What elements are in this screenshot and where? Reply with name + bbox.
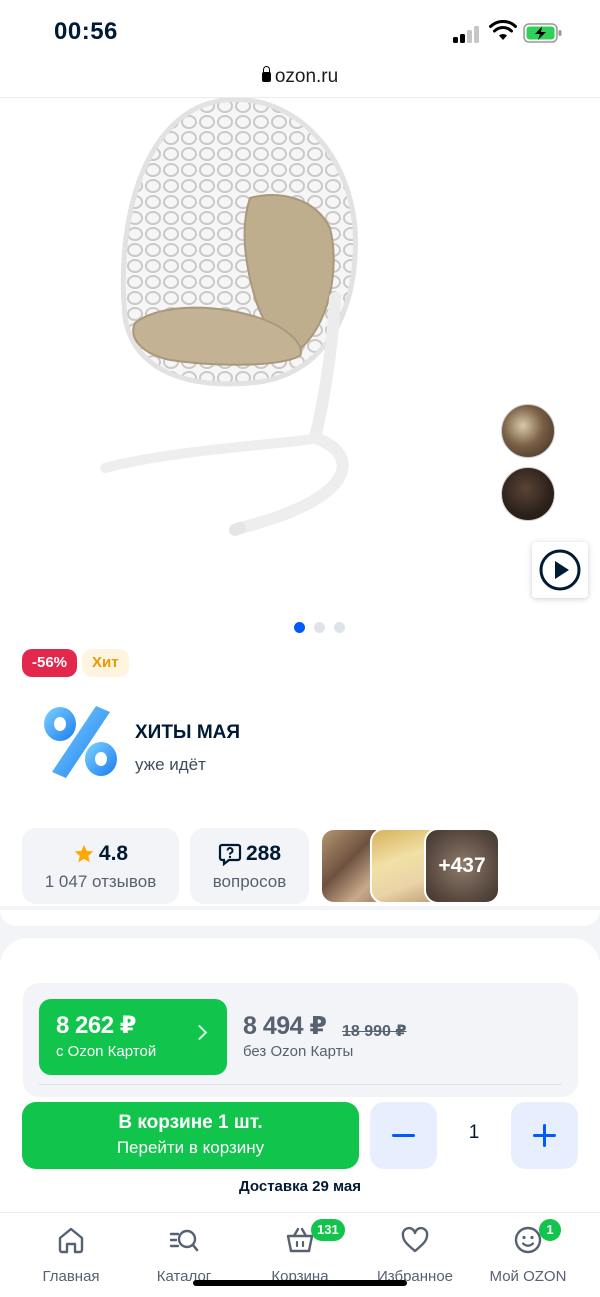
delivery-label: Доставка bbox=[239, 1178, 308, 1195]
regular-price-label: без Ozon Карты bbox=[243, 1043, 354, 1060]
product-badges: -56% Хит bbox=[22, 649, 134, 677]
review-photos[interactable]: +437 bbox=[320, 828, 506, 904]
divider bbox=[39, 1084, 562, 1085]
regular-price: 8 494 ₽ bbox=[243, 1012, 327, 1040]
url-text: ozon.ru bbox=[274, 66, 339, 87]
gallery-pagination bbox=[294, 620, 354, 633]
tab-my-ozon[interactable]: 1 Мой OZON bbox=[468, 1213, 588, 1297]
question-bubble-icon bbox=[218, 843, 242, 866]
tab-label: Мой OZON bbox=[489, 1268, 567, 1285]
more-photos-button[interactable]: +437 bbox=[424, 828, 500, 904]
rating-value: 4.8 bbox=[98, 842, 129, 865]
rating-card[interactable]: 4.8 1 047 отзывов bbox=[22, 828, 179, 904]
price-block: 8 262 ₽ с Ozon Картой 8 494 ₽ 18 990 ₽ б… bbox=[23, 983, 578, 1097]
product-image-hanging-chair[interactable] bbox=[90, 98, 380, 538]
status-time: 00:56 bbox=[54, 18, 118, 45]
heart-icon bbox=[401, 1226, 429, 1253]
star-icon bbox=[74, 844, 94, 863]
lock-icon bbox=[261, 66, 271, 82]
browser-url-bar[interactable]: ozon.ru bbox=[0, 62, 600, 98]
questions-card[interactable]: 288 вопросов bbox=[190, 828, 309, 904]
promo-banner[interactable]: ХИТЫ МАЯ уже идёт bbox=[38, 700, 578, 790]
quantity-value: 1 bbox=[468, 1122, 480, 1143]
battery-charging-icon bbox=[523, 23, 562, 43]
increase-quantity-button[interactable] bbox=[511, 1102, 578, 1169]
chevron-right-icon bbox=[191, 1024, 208, 1041]
questions-label: вопросов bbox=[212, 872, 287, 891]
delivery-info: Доставка 29 мая bbox=[0, 1178, 600, 1195]
status-bar: 00:56 bbox=[0, 0, 600, 62]
ozon-card-price: 8 262 ₽ bbox=[56, 1012, 136, 1039]
old-price: 18 990 ₽ bbox=[342, 1023, 407, 1040]
cellular-signal-icon bbox=[453, 25, 483, 43]
play-circle-icon bbox=[539, 549, 581, 591]
video-play-button[interactable] bbox=[532, 542, 588, 598]
ozon-card-label: с Ozon Картой bbox=[56, 1043, 157, 1060]
questions-count: 288 bbox=[245, 842, 282, 865]
product-gallery[interactable] bbox=[0, 98, 600, 643]
top-card-edge bbox=[0, 910, 600, 926]
catalog-search-icon bbox=[169, 1229, 199, 1252]
tab-home[interactable]: Главная bbox=[11, 1213, 131, 1297]
home-indicator bbox=[193, 1280, 407, 1286]
decrease-quantity-button[interactable] bbox=[370, 1102, 437, 1169]
gallery-dot[interactable] bbox=[294, 622, 305, 633]
hit-badge: Хит bbox=[82, 649, 129, 677]
tab-label: Главная bbox=[42, 1268, 100, 1285]
go-to-cart-button[interactable]: В корзине 1 шт. Перейти в корзину bbox=[22, 1102, 359, 1169]
cart-button-subtitle: Перейти в корзину bbox=[116, 1138, 265, 1157]
discount-badge: -56% bbox=[22, 649, 78, 677]
delivery-date: 29 мая bbox=[312, 1178, 361, 1195]
cart-count-badge: 131 bbox=[311, 1219, 345, 1241]
color-variant-thumb-brown[interactable] bbox=[501, 467, 555, 521]
cart-button-title: В корзине 1 шт. bbox=[118, 1112, 263, 1133]
gallery-dot[interactable] bbox=[314, 622, 325, 633]
ozon-card-price-button[interactable]: 8 262 ₽ с Ozon Картой bbox=[39, 999, 227, 1075]
color-variant-thumb-beige[interactable] bbox=[501, 404, 555, 458]
reviews-count: 1 047 отзывов bbox=[44, 872, 157, 891]
profile-notification-badge: 1 bbox=[539, 1219, 561, 1241]
home-icon bbox=[58, 1227, 84, 1254]
promo-subtitle: уже идёт bbox=[135, 755, 206, 774]
gallery-dot[interactable] bbox=[334, 622, 345, 633]
percent-icon bbox=[44, 706, 117, 778]
promo-title: ХИТЫ МАЯ bbox=[135, 722, 241, 743]
wifi-icon bbox=[489, 20, 517, 40]
